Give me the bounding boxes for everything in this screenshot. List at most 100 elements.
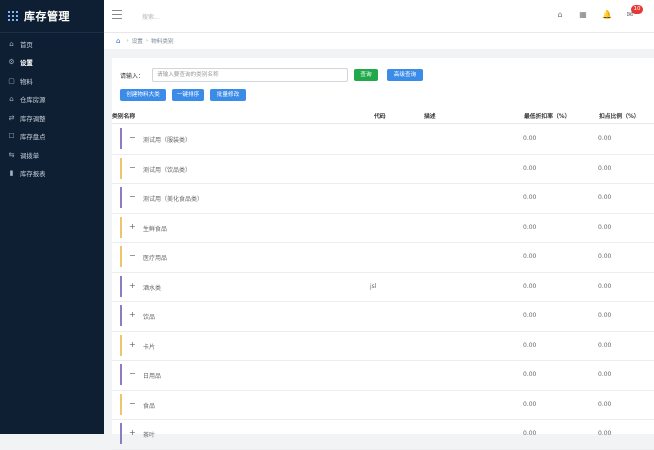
row-color-bar (120, 157, 122, 179)
table-row[interactable]: + 茶叶 0.00 0.00 (112, 419, 654, 450)
brand: 库存管理 (0, 0, 104, 33)
bell-icon[interactable]: 🔔 (602, 10, 612, 20)
adjust-icon: ⇄ (8, 113, 15, 122)
sort-button[interactable]: 一键排序 (172, 89, 204, 101)
category-code: jsl (370, 282, 377, 290)
expand-icon[interactable]: + (129, 281, 137, 291)
sidebar-item[interactable]: ☐ 库存盘点 (0, 128, 104, 147)
collapse-icon[interactable]: − (129, 192, 137, 202)
sidebar-item[interactable]: ▮ 库存报表 (0, 165, 104, 184)
table-row[interactable]: + 饮品 0.00 0.00 (112, 301, 654, 332)
row-color-bar (120, 187, 122, 208)
max-discount-value: 0.00 (523, 223, 537, 231)
sidebar-item[interactable]: ⌂ 首页 (0, 35, 104, 54)
category-name: 测试用（美化食品类） (143, 196, 204, 203)
table-row[interactable]: − 医疗用品 0.00 0.00 (112, 242, 654, 273)
category-name: 食品 (143, 402, 156, 410)
expand-icon[interactable]: + (129, 310, 137, 320)
sidebar-item-label: 物料 (20, 77, 33, 86)
max-discount-value: 0.00 (523, 253, 537, 260)
max-discount-value: 0.00 (523, 164, 537, 172)
create-category-button[interactable]: 创建物料大类 (120, 89, 166, 101)
advanced-search-button[interactable]: 高级查询 (387, 69, 423, 81)
expand-icon[interactable]: + (129, 222, 137, 232)
table-row[interactable]: − 测试用（饮品类） 0.00 0.00 (112, 154, 654, 184)
row-color-bar (120, 246, 122, 267)
sidebar-item-label: 库存调整 (20, 114, 46, 123)
breadcrumb-home-icon[interactable]: ⌂ (116, 37, 120, 45)
sidebar-item[interactable]: ⇄ 库存调整 (0, 109, 104, 128)
collapse-icon[interactable]: − (129, 163, 137, 173)
row-color-bar (120, 305, 122, 326)
home-icon[interactable]: ⌂ (555, 10, 565, 20)
sidebar: 库存管理 ⌂ 首页 ⚙ 设置 ▢ 物料 ⌂ 仓库房源 ⇄ 库存调整 ☐ 库存盘点 ⇆ 调拨单 ▮ 库存报表 (0, 0, 104, 434)
sidebar-item[interactable]: ⚙ 设置 (0, 54, 104, 73)
table-row[interactable]: + 酒水类 jsl 0.00 0.00 (112, 272, 654, 302)
commission-value: 0.00 (598, 341, 612, 349)
row-color-bar (120, 275, 122, 297)
transfer-icon: ⇆ (8, 150, 15, 159)
row-color-bar (120, 216, 122, 238)
commission-value: 0.00 (598, 253, 612, 260)
header-code: 代码 (374, 114, 386, 120)
apps-grid-icon (8, 11, 18, 21)
breadcrumb-item-current: 物料类别 (151, 39, 174, 45)
header-name: 类别名称 (112, 114, 136, 120)
batch-edit-button[interactable]: 批量修改 (210, 89, 246, 101)
commission-value: 0.00 (598, 312, 612, 319)
category-name: 卡片 (143, 343, 156, 351)
main-panel: 请输入： 请输入要查询的类别名称 查询 高级查询 创建物料大类 一键排序 批量修… (112, 58, 654, 450)
notification-badge: 10 (631, 5, 643, 14)
table-row[interactable]: + 生鲜食品 0.00 0.00 (112, 213, 654, 243)
table-row[interactable]: + 卡片 0.00 0.00 (112, 331, 654, 361)
max-discount-value: 0.00 (523, 312, 537, 319)
bar-chart-icon: ▮ (9, 169, 14, 178)
gear-icon: ⚙ (8, 58, 15, 67)
table-row[interactable]: − 食品 0.00 0.00 (112, 390, 654, 420)
table-row[interactable]: − 日用品 0.00 0.00 (112, 360, 654, 391)
max-discount-value: 0.00 (523, 282, 537, 290)
sidebar-nav: ⌂ 首页 ⚙ 设置 ▢ 物料 ⌂ 仓库房源 ⇄ 库存调整 ☐ 库存盘点 ⇆ 调拨单 ▮ 库存报表 (0, 35, 104, 183)
header-commission: 扣点比例（%） (599, 114, 640, 120)
breadcrumb: ⌂ › 设置 › 物料类别 (104, 33, 654, 49)
home-icon: ⌂ (9, 39, 14, 48)
search-button[interactable]: 查询 (354, 69, 378, 81)
header-desc: 描述 (424, 114, 436, 120)
category-name: 茶叶 (143, 432, 156, 439)
query-input[interactable]: 请输入要查询的类别名称 (152, 68, 349, 82)
sidebar-item[interactable]: ⇆ 调拨单 (0, 146, 104, 165)
sidebar-item[interactable]: ▢ 物料 (0, 72, 104, 91)
commission-value: 0.00 (598, 135, 612, 142)
commission-value: 0.00 (598, 400, 612, 408)
category-name: 酒水类 (143, 284, 162, 292)
sidebar-item-label: 首页 (20, 40, 33, 49)
query-label: 请输入： (120, 72, 145, 80)
commission-value: 0.00 (598, 164, 612, 172)
expand-icon[interactable]: + (129, 428, 137, 438)
category-name: 测试用（服装类） (143, 137, 192, 144)
table-row[interactable]: − 测试用（美化食品类） 0.00 0.00 (112, 183, 654, 214)
expand-icon[interactable]: + (129, 340, 137, 350)
breadcrumb-item-settings[interactable]: 设置 (132, 37, 143, 45)
header-max-discount: 最低折扣率（%） (524, 114, 571, 120)
query-row: 请输入： 请输入要查询的类别名称 (120, 68, 349, 82)
collapse-icon[interactable]: − (129, 369, 137, 379)
top-search-input[interactable]: 搜索... (142, 12, 160, 21)
table-header: 类别名称 代码 描述 最低折扣率（%） 扣点比例（%） (112, 108, 654, 124)
sidebar-item[interactable]: ⌂ 仓库房源 (0, 91, 104, 110)
row-color-bar (120, 334, 122, 356)
clipboard-icon: ☐ (8, 132, 15, 141)
collapse-icon[interactable]: − (129, 399, 137, 409)
app-title: 库存管理 (24, 10, 70, 23)
category-name: 医疗用品 (143, 255, 168, 262)
max-discount-value: 0.00 (523, 341, 537, 349)
row-color-bar (120, 128, 122, 149)
collapse-icon[interactable]: − (129, 251, 137, 261)
grid-icon[interactable]: ▦ (578, 10, 588, 20)
collapse-icon[interactable]: − (129, 133, 137, 143)
sidebar-item-label: 仓库房源 (20, 96, 46, 105)
table-row[interactable]: − 测试用（服装类） 0.00 0.00 (112, 124, 654, 155)
row-color-bar (120, 393, 122, 415)
menu-toggle-icon[interactable] (112, 10, 122, 20)
sidebar-item-label: 调拨单 (20, 151, 40, 160)
